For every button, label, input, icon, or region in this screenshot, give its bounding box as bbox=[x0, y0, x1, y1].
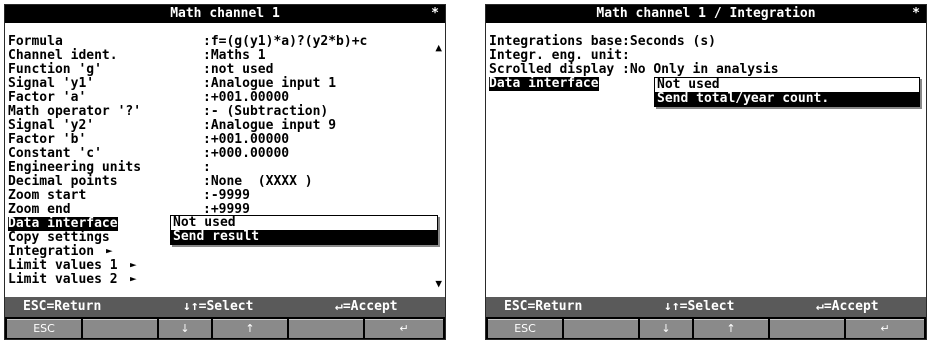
setting-value: :+001.00000 bbox=[203, 132, 290, 147]
setting-label: Factor 'a' bbox=[8, 90, 87, 105]
blank-key[interactable] bbox=[289, 319, 363, 338]
setting-label: Engineering units bbox=[8, 160, 142, 175]
math-channel-screen: Math channel 1 * Formula :f=(g(y1)*a)?(y2… bbox=[4, 4, 446, 340]
softkeys: ESC ↓ ↑ ↵ bbox=[486, 319, 926, 339]
setting-value: :Analogue input 9 bbox=[203, 118, 337, 133]
footer-bar: ESC=Return ↓↑=Select ↵=Accept ESC ↓ ↑ ↵ bbox=[5, 297, 445, 339]
softkey-hints: ESC=Return ↓↑=Select ↵=Accept bbox=[486, 297, 926, 317]
setting-value: :not used bbox=[203, 62, 274, 77]
up-arrow-key[interactable]: ↑ bbox=[213, 319, 287, 338]
title-bar: Math channel 1 / Integration * bbox=[486, 5, 926, 23]
option-send-total-year-count[interactable]: Send total/year count. bbox=[655, 92, 919, 106]
setting-value: :f=(g(y1)*a)?(y2*b)+c bbox=[203, 34, 368, 49]
setting-label: Signal 'y1' bbox=[8, 76, 95, 91]
setting-label: Formula bbox=[8, 34, 63, 49]
setting-label: Function 'g' bbox=[8, 62, 102, 77]
down-arrow-key[interactable]: ↓ bbox=[159, 319, 211, 338]
select-hint: ↓↑=Select bbox=[183, 299, 254, 314]
data-interface-dropdown: Not used Send total/year count. bbox=[654, 77, 920, 107]
enter-key[interactable]: ↵ bbox=[365, 319, 443, 338]
setting-value: :-9999 bbox=[203, 188, 250, 203]
blank-key[interactable] bbox=[770, 319, 844, 338]
star-indicator: * bbox=[912, 6, 920, 21]
softkeys: ESC ↓ ↑ ↵ bbox=[5, 319, 445, 339]
scroll-up-icon[interactable]: ▲ bbox=[435, 41, 442, 54]
scroll-down-icon[interactable]: ▼ bbox=[435, 277, 442, 290]
blank-key[interactable] bbox=[564, 319, 638, 338]
setting-text: Data interface bbox=[489, 76, 599, 91]
setting-text: Integr. eng. unit: bbox=[489, 48, 630, 63]
select-hint: ↓↑=Select bbox=[664, 299, 735, 314]
blank-key[interactable] bbox=[83, 319, 157, 338]
data-interface-dropdown: Not used Send result bbox=[170, 215, 438, 245]
setting-label: Data interface bbox=[8, 216, 118, 231]
esc-hint: ESC=Return bbox=[504, 299, 583, 314]
down-arrow-key[interactable]: ↓ bbox=[640, 319, 692, 338]
setting-value: :None (XXXX ) bbox=[203, 174, 313, 189]
setting-label: Decimal points bbox=[8, 174, 118, 189]
footer-bar: ESC=Return ↓↑=Select ↵=Accept ESC ↓ ↑ ↵ bbox=[486, 297, 926, 339]
up-arrow-key[interactable]: ↑ bbox=[694, 319, 768, 338]
submenu-arrow-icon: ► bbox=[130, 272, 137, 285]
setting-value: : bbox=[203, 160, 211, 175]
esc-key[interactable]: ESC bbox=[7, 319, 81, 338]
setting-label: Limit values 1 bbox=[8, 258, 118, 273]
setting-value: :Maths 1 bbox=[203, 48, 266, 63]
setting-label: Factor 'b' bbox=[8, 132, 87, 147]
setting-label: Limit values 2 bbox=[8, 272, 118, 287]
accept-hint: ↵=Accept bbox=[816, 299, 879, 314]
screen-title: Math channel 1 bbox=[170, 6, 280, 21]
setting-text: Scrolled display :No Only in analysis bbox=[489, 62, 779, 77]
setting-value: :+001.00000 bbox=[203, 90, 290, 105]
enter-key[interactable]: ↵ bbox=[846, 319, 924, 338]
esc-hint: ESC=Return bbox=[23, 299, 102, 314]
option-not-used[interactable]: Not used bbox=[171, 216, 437, 230]
accept-hint: ↵=Accept bbox=[335, 299, 398, 314]
integration-screen: Math channel 1 / Integration * Integrati… bbox=[485, 4, 927, 340]
softkey-hints: ESC=Return ↓↑=Select ↵=Accept bbox=[5, 297, 445, 317]
setting-label: Channel ident. bbox=[8, 48, 118, 63]
setting-label: Zoom end bbox=[8, 202, 71, 217]
setting-value: :+000.00000 bbox=[203, 146, 290, 161]
star-indicator: * bbox=[431, 6, 439, 21]
screen-title: Math channel 1 / Integration bbox=[596, 6, 816, 21]
submenu-arrow-icon: ► bbox=[130, 258, 137, 271]
setting-label: Zoom start bbox=[8, 188, 87, 203]
esc-key[interactable]: ESC bbox=[488, 319, 562, 338]
setting-label: Constant 'c' bbox=[8, 146, 102, 161]
setting-value: :Analogue input 1 bbox=[203, 76, 337, 91]
setting-text: Integrations base:Seconds (s) bbox=[489, 34, 716, 49]
setting-value: :- (Subtraction) bbox=[203, 104, 329, 119]
option-send-result[interactable]: Send result bbox=[171, 230, 437, 244]
setting-label: Integration bbox=[8, 244, 95, 259]
setting-label: Math operator '?' bbox=[8, 104, 142, 119]
submenu-arrow-icon: ► bbox=[106, 244, 113, 257]
option-not-used[interactable]: Not used bbox=[655, 78, 919, 92]
setting-label: Signal 'y2' bbox=[8, 118, 95, 133]
setting-label: Copy settings bbox=[8, 230, 110, 245]
title-bar: Math channel 1 * bbox=[5, 5, 445, 23]
